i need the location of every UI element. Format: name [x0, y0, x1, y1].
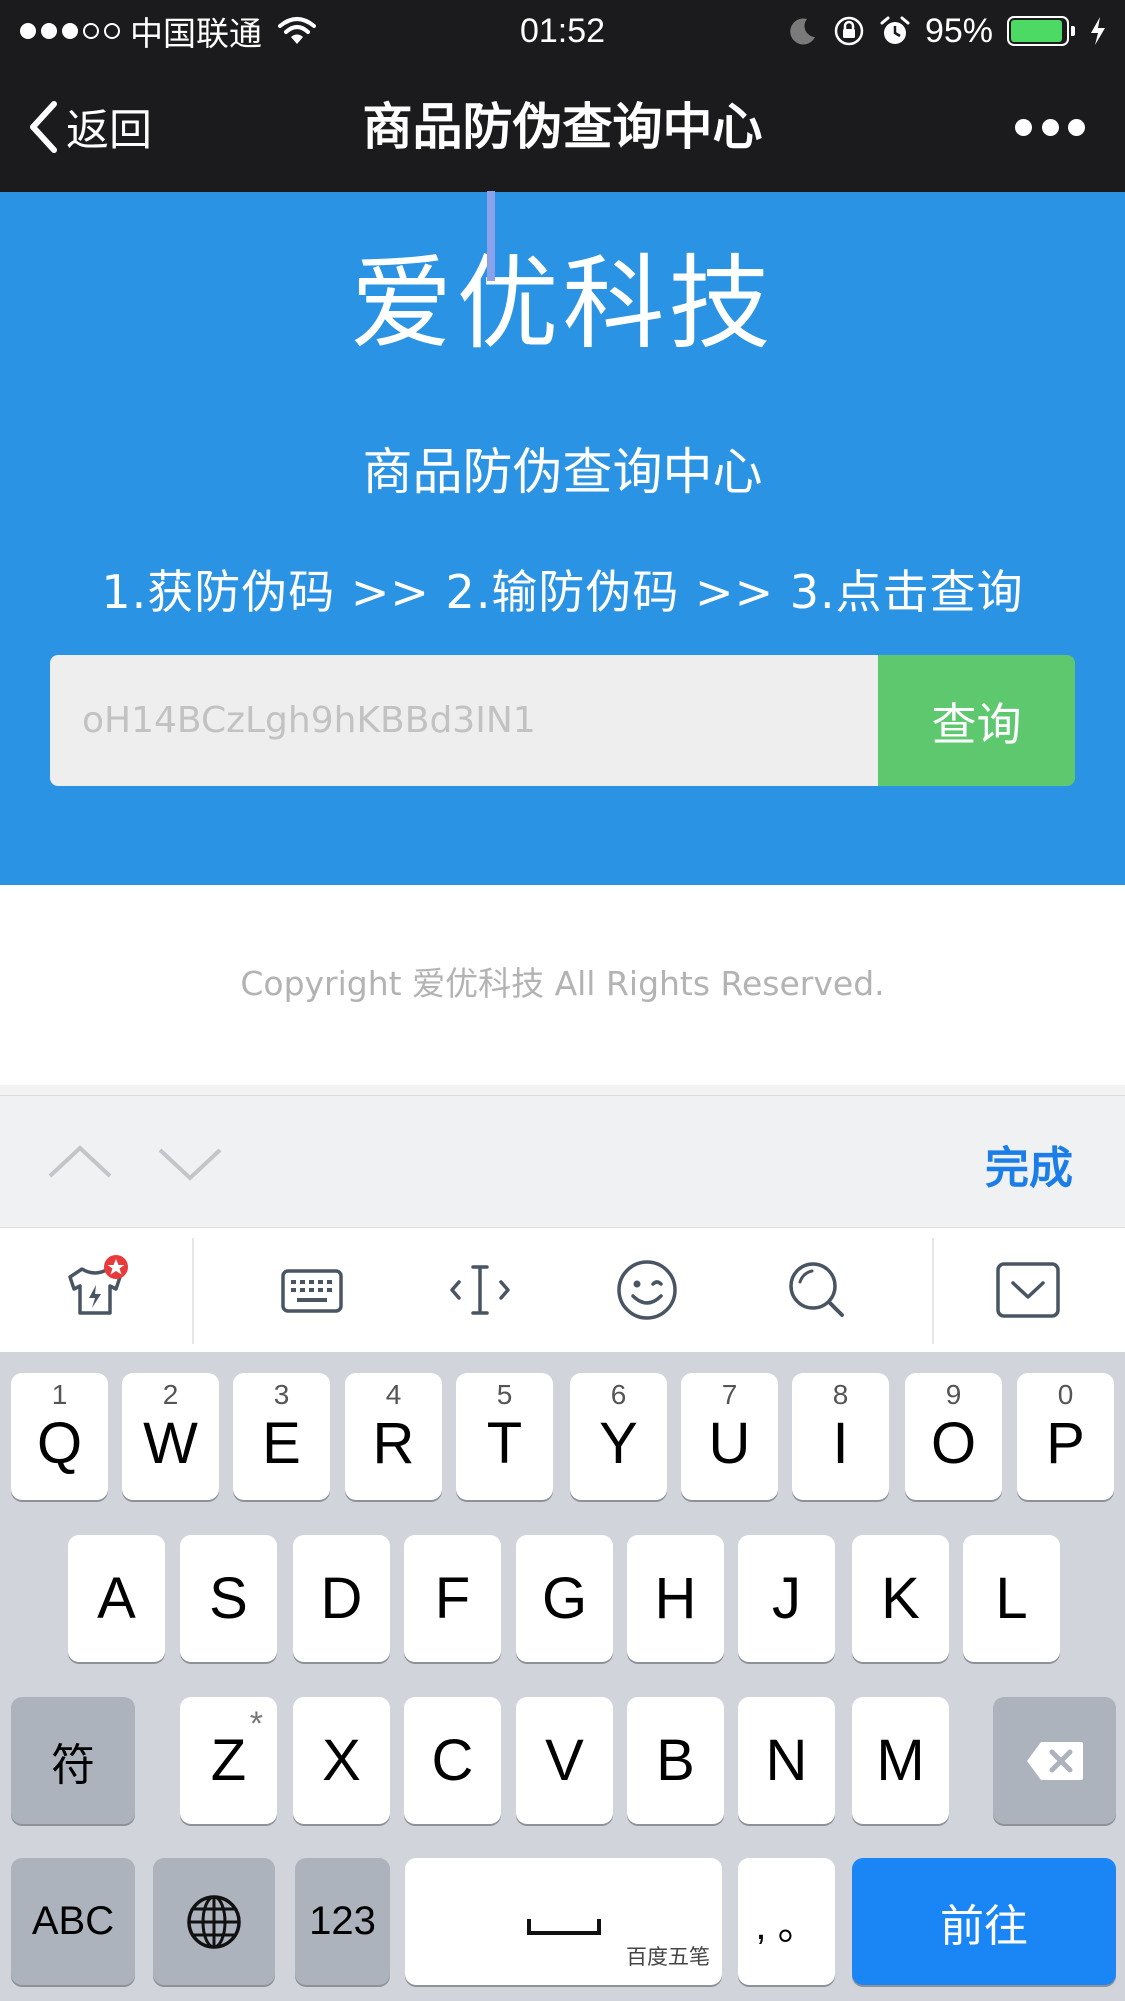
more-dot-icon [1015, 118, 1032, 136]
globe-key[interactable] [153, 1858, 275, 1985]
query-button[interactable]: 查询 [878, 655, 1075, 786]
key-c[interactable]: C [404, 1697, 501, 1824]
keyboard-icon[interactable] [277, 1255, 347, 1325]
key-d[interactable]: D [293, 1535, 390, 1662]
key-t[interactable]: 5T [456, 1373, 553, 1500]
symbol-key[interactable]: 符 [11, 1697, 135, 1824]
more-dot-icon [1041, 118, 1059, 136]
skin-shirt-icon[interactable] [60, 1255, 130, 1325]
do-not-disturb-moon-icon [790, 18, 815, 45]
battery-percentage: 95% [924, 11, 993, 50]
keyboard-accessory-bar: 完成 [0, 1095, 1125, 1228]
keyboard: 1Q 2W 3E 4R 5T 6Y 7U 8I 9O 0P A S D F G … [0, 1352, 1125, 2001]
key-j[interactable]: J [738, 1535, 835, 1662]
key-f[interactable]: F [404, 1535, 501, 1662]
key-o[interactable]: 9O [905, 1373, 1002, 1500]
brand-name: 爱优科技 [350, 245, 775, 364]
globe-icon [187, 1894, 241, 1949]
page-title: 商品防伪查询中心 [362, 98, 763, 156]
key-q[interactable]: 1Q [11, 1373, 108, 1500]
key-p[interactable]: 0P [1017, 1373, 1114, 1500]
done-button[interactable]: 完成 [985, 1132, 1073, 1196]
orientation-lock-icon [834, 16, 864, 46]
footer: Copyright 爱优科技 All Rights Reserved. [0, 885, 1125, 1085]
key-y[interactable]: 6Y [570, 1373, 667, 1500]
emoji-icon[interactable] [612, 1255, 682, 1325]
steps-instructions: 1.获防伪码 >> 2.输防伪码 >> 3.点击查询 [101, 565, 1024, 619]
backspace-key[interactable] [993, 1697, 1116, 1824]
hide-keyboard-icon[interactable] [993, 1255, 1063, 1325]
key-z[interactable]: Z * [180, 1697, 277, 1824]
key-s[interactable]: S [180, 1535, 277, 1662]
charging-bolt-icon [1091, 17, 1105, 45]
alarm-icon [880, 16, 910, 44]
hero-subtitle: 商品防伪查询中心 [362, 443, 763, 501]
key-m[interactable]: M [852, 1697, 949, 1824]
nav-bar: 返回 商品防伪查询中心 [0, 62, 1125, 192]
punctuation-key[interactable]: , 。 [738, 1858, 835, 1985]
key-l[interactable]: L [963, 1535, 1060, 1662]
search-icon[interactable] [782, 1255, 852, 1325]
divider [0, 1085, 1125, 1095]
chevron-up-icon[interactable] [45, 1138, 115, 1188]
key-a[interactable]: A [68, 1535, 165, 1662]
ime-toolbar [0, 1227, 1125, 1353]
more-dot-icon [1068, 118, 1085, 136]
key-b[interactable]: B [627, 1697, 724, 1824]
code-search-form: 查询 [50, 655, 1075, 786]
numbers-key[interactable]: 123 [295, 1858, 390, 1985]
battery-icon [1007, 16, 1075, 46]
chevron-down-icon[interactable] [155, 1138, 225, 1188]
backspace-icon [1026, 1741, 1083, 1780]
more-options-button[interactable] [1015, 112, 1085, 142]
key-n[interactable]: N [738, 1697, 835, 1824]
key-g[interactable]: G [516, 1535, 613, 1662]
key-i[interactable]: 8I [792, 1373, 889, 1500]
text-cursor [487, 191, 495, 281]
key-h[interactable]: H [627, 1535, 724, 1662]
key-u[interactable]: 7U [681, 1373, 778, 1500]
key-k[interactable]: K [852, 1535, 949, 1662]
key-e[interactable]: 3E [233, 1373, 330, 1500]
space-icon [526, 1918, 601, 1935]
status-bar: 中国联通 01:52 95% [0, 0, 1125, 62]
abc-key[interactable]: ABC [11, 1858, 135, 1985]
hero-section: 爱优科技 商品防伪查询中心 1.获防伪码 >> 2.输防伪码 >> 3.点击查询… [0, 192, 1125, 885]
anti-counterfeit-code-input[interactable] [50, 655, 878, 786]
cursor-move-icon[interactable] [445, 1255, 515, 1325]
key-x[interactable]: X [293, 1697, 390, 1824]
space-key[interactable]: 百度五笔 [405, 1858, 722, 1985]
key-v[interactable]: V [516, 1697, 613, 1824]
go-key[interactable]: 前往 [852, 1858, 1116, 1985]
key-r[interactable]: 4R [345, 1373, 442, 1500]
key-w[interactable]: 2W [122, 1373, 219, 1500]
copyright-text: Copyright 爱优科技 All Rights Reserved. [240, 964, 885, 1003]
